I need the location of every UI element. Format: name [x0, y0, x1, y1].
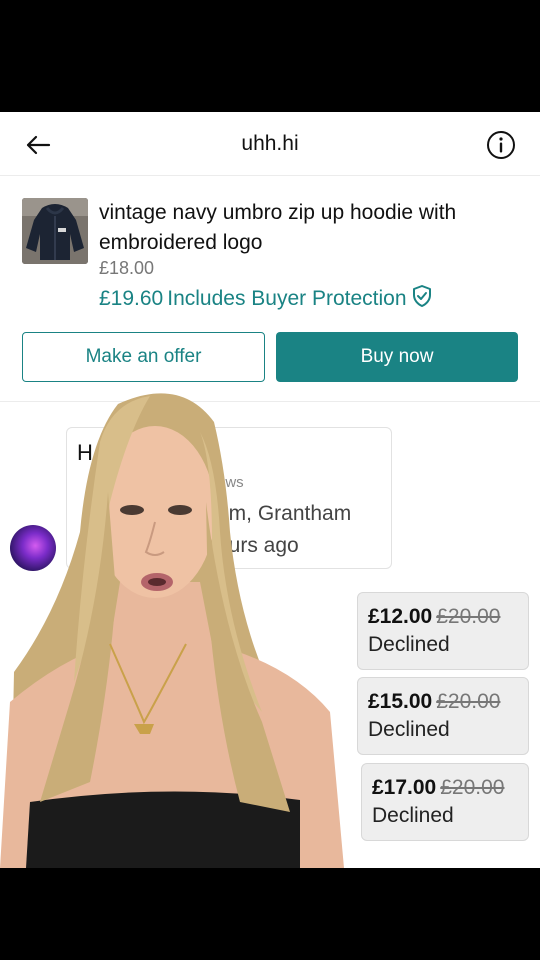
make-offer-button[interactable]: Make an offer [22, 332, 265, 382]
offer-bubble[interactable]: £12.00 £20.00 Declined [357, 592, 529, 670]
offer-amount: £12.00 [368, 605, 433, 628]
offer-amount-line: £12.00 £20.00 [368, 605, 518, 629]
product-thumbnail[interactable] [22, 198, 88, 264]
buy-now-button[interactable]: Buy now [276, 332, 518, 382]
shield-check-icon [411, 284, 433, 314]
app-header: uhh.hi [0, 112, 540, 176]
info-icon[interactable] [486, 130, 516, 160]
offer-bubble[interactable]: £15.00 £20.00 Declined [357, 677, 529, 755]
bottom-black-bar [0, 868, 540, 960]
offer-status: Declined [368, 633, 450, 656]
offer-amount-line: £15.00 £20.00 [368, 690, 518, 714]
offer-original-price: £20.00 [436, 605, 501, 628]
offer-amount: £15.00 [368, 690, 433, 713]
offer-original-price: £20.00 [436, 690, 501, 713]
conversation-title: uhh.hi [241, 132, 299, 155]
product-summary: vintage navy umbro zip up hoodie with em… [0, 176, 540, 402]
offer-status: Declined [372, 804, 454, 827]
offer-bubble[interactable]: £17.00 £20.00 Declined [361, 763, 529, 841]
total-price: £19.60 [99, 287, 164, 310]
buyer-protection-label: Includes Buyer Protection [167, 287, 407, 310]
offer-amount: £17.00 [372, 776, 437, 799]
offer-original-price: £20.00 [440, 776, 505, 799]
top-black-bar [0, 0, 540, 112]
product-title[interactable]: vintage navy umbro zip up hoodie with em… [99, 198, 519, 258]
offer-amount-line: £17.00 £20.00 [372, 776, 518, 800]
chat-screen: uhh.hi vintage navy umbro zip up hoodie … [0, 112, 540, 868]
buyer-protection-price[interactable]: £19.60 Includes Buyer Protection [99, 284, 433, 314]
offer-status: Declined [368, 718, 450, 741]
person-video-overlay [0, 382, 360, 868]
product-price: £18.00 [99, 258, 155, 278]
